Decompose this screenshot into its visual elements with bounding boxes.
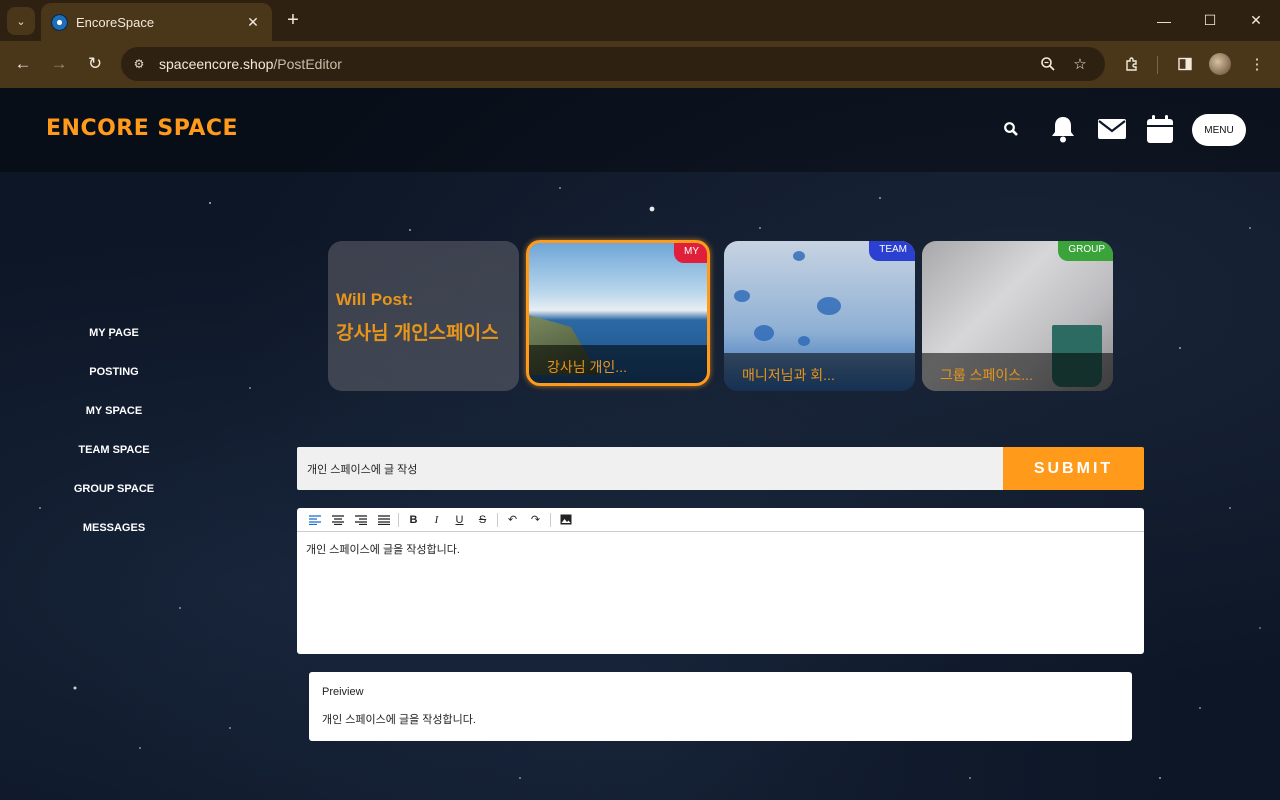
reload-button[interactable]: ↻ xyxy=(81,50,109,78)
url-text: spaceencore.shop/PostEditor xyxy=(159,56,342,72)
nav-team-space[interactable]: TEAM SPACE xyxy=(60,443,168,482)
tab-title: EncoreSpace xyxy=(76,14,155,30)
search-icon[interactable] xyxy=(994,112,1028,146)
preview-panel: Preiview 개인 스페이스에 글을 작성합니다. xyxy=(309,672,1132,741)
space-card-my[interactable]: MY 강사님 개인... xyxy=(526,240,710,386)
toolbar-separator xyxy=(550,512,551,527)
space-card-team[interactable]: TEAM 매니저님과 회... xyxy=(724,241,915,391)
new-tab-button[interactable]: + xyxy=(282,9,304,31)
nav-my-space[interactable]: MY SPACE xyxy=(60,404,168,443)
site-info-icon[interactable]: ⚙ xyxy=(127,52,151,76)
underline-icon[interactable]: U xyxy=(448,510,471,530)
space-card-group[interactable]: GROUP 그룹 스페이스... xyxy=(922,241,1113,391)
bookmark-star-icon[interactable]: ☆ xyxy=(1068,52,1092,76)
browser-menu-icon[interactable]: ⋮ xyxy=(1243,50,1271,78)
bell-icon[interactable] xyxy=(1046,112,1080,146)
page-content: ENCORE SPACE MENU MY PAGE POSTING MY SPA… xyxy=(0,88,1280,800)
italic-icon[interactable]: I xyxy=(425,510,448,530)
card-caption: 매니저님과 회... xyxy=(724,353,915,391)
close-window-button[interactable]: ✕ xyxy=(1233,0,1279,41)
bold-icon[interactable]: B xyxy=(402,510,425,530)
post-title-input[interactable] xyxy=(297,447,1004,490)
address-bar[interactable]: ⚙ spaceencore.shop/PostEditor ☆ xyxy=(121,47,1105,81)
card-caption: 그룹 스페이스... xyxy=(922,353,1113,391)
tab-search-button[interactable]: ⌄ xyxy=(7,7,35,35)
tab-close-icon[interactable]: ✕ xyxy=(244,14,262,31)
will-post-label: Will Post: xyxy=(336,290,414,309)
will-post-target: 강사님 개인스페이스 xyxy=(336,323,499,344)
side-panel-icon[interactable] xyxy=(1171,50,1199,78)
toolbar-separator xyxy=(398,512,399,527)
redo-icon[interactable]: ↷ xyxy=(524,510,547,530)
back-button[interactable]: ← xyxy=(9,50,37,78)
align-right-icon[interactable] xyxy=(349,510,372,530)
editor-content[interactable]: 개인 스페이스에 글을 작성합니다. xyxy=(297,532,1144,566)
mail-icon[interactable] xyxy=(1095,112,1129,146)
editor-toolbar: B I U S ↶ ↷ xyxy=(297,508,1144,532)
card-caption: 강사님 개인... xyxy=(529,345,707,383)
rich-text-editor: B I U S ↶ ↷ 개인 스페이스에 글을 작성합니다. xyxy=(297,508,1144,654)
browser-tab-bar: ⌄ EncoreSpace ✕ + — ☐ ✕ xyxy=(0,0,1280,41)
align-justify-icon[interactable] xyxy=(372,510,395,530)
site-header: ENCORE SPACE MENU xyxy=(0,88,1280,172)
site-favicon-icon xyxy=(51,13,68,31)
toolbar-divider xyxy=(1157,56,1158,74)
side-navigation: MY PAGE POSTING MY SPACE TEAM SPACE GROU… xyxy=(60,326,168,560)
nav-posting[interactable]: POSTING xyxy=(60,365,168,404)
badge-team: TEAM xyxy=(869,241,915,261)
zoom-icon[interactable] xyxy=(1036,52,1060,76)
preview-text: 개인 스페이스에 글을 작성합니다. xyxy=(322,714,476,726)
extensions-icon[interactable] xyxy=(1118,50,1146,78)
badge-group: GROUP xyxy=(1058,241,1113,261)
align-left-icon[interactable] xyxy=(303,510,326,530)
brand-logo[interactable]: ENCORE SPACE xyxy=(46,116,238,141)
calendar-icon[interactable] xyxy=(1143,112,1177,146)
forward-button[interactable]: → xyxy=(45,50,73,78)
nav-my-page[interactable]: MY PAGE xyxy=(60,326,168,365)
toolbar-separator xyxy=(497,512,498,527)
browser-toolbar: ← → ↻ ⚙ spaceencore.shop/PostEditor ☆ ⋮ xyxy=(0,41,1280,88)
nav-group-space[interactable]: GROUP SPACE xyxy=(60,482,168,521)
will-post-card: Will Post: 강사님 개인스페이스 xyxy=(328,241,519,391)
badge-my: MY xyxy=(674,243,707,263)
menu-button[interactable]: MENU xyxy=(1192,114,1246,146)
maximize-button[interactable]: ☐ xyxy=(1187,0,1233,41)
undo-icon[interactable]: ↶ xyxy=(501,510,524,530)
profile-avatar[interactable] xyxy=(1209,53,1231,75)
align-center-icon[interactable] xyxy=(326,510,349,530)
nav-messages[interactable]: MESSAGES xyxy=(60,521,168,560)
preview-title: Preiview xyxy=(322,686,364,698)
insert-image-icon[interactable] xyxy=(554,510,577,530)
submit-button[interactable]: SUBMIT xyxy=(1003,447,1144,490)
strikethrough-icon[interactable]: S xyxy=(471,510,494,530)
minimize-button[interactable]: — xyxy=(1141,0,1187,41)
browser-tab[interactable]: EncoreSpace ✕ xyxy=(41,3,272,41)
